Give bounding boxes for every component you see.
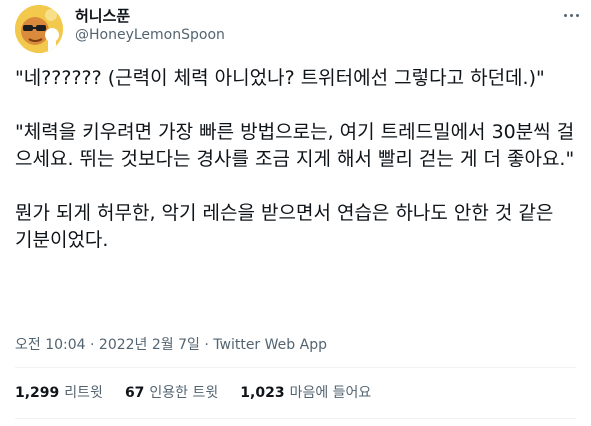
user-handle[interactable]: @HoneyLemonSpoon	[75, 27, 225, 43]
tweet-date[interactable]: 2022년 2월 7일	[99, 337, 200, 353]
tweet-time[interactable]: 오전 10:04	[15, 337, 86, 353]
retweets-label: 리트윗	[64, 385, 103, 401]
retweets-count: 1,299	[15, 385, 60, 401]
tweet-meta: 오전 10:04 · 2022년 2월 7일 · Twitter Web App	[15, 334, 327, 354]
more-horizontal-icon[interactable]	[560, 8, 582, 22]
divider	[15, 418, 576, 419]
quote-tweets-stat[interactable]: 67 인용한 트윗	[125, 382, 218, 402]
tweet-text: "네?????? (근력이 체력 아니었나? 트위터에선 그렇다고 하던데.)"…	[15, 65, 575, 281]
tweet-paragraph: "체력을 키우려면 가장 빠른 방법으로는, 여기 트레드밀에서 30분씩 걸으…	[15, 121, 575, 170]
meta-separator: ·	[90, 337, 95, 353]
likes-count: 1,023	[240, 385, 285, 401]
tweet-stats: 1,299 리트윗 67 인용한 트윗 1,023 마음에 들어요	[15, 382, 371, 402]
avatar-illustration	[15, 5, 63, 53]
likes-label: 마음에 들어요	[289, 385, 372, 401]
display-name[interactable]: 허니스푼	[75, 5, 130, 26]
tweet-paragraph: "네?????? (근력이 체력 아니었나? 트위터에선 그렇다고 하던데.)"	[15, 67, 545, 89]
tweet-source-app[interactable]: Twitter Web App	[213, 337, 327, 353]
retweets-stat[interactable]: 1,299 리트윗	[15, 382, 103, 402]
quotes-count: 67	[124, 385, 145, 401]
likes-stat[interactable]: 1,023 마음에 들어요	[240, 382, 371, 402]
meta-separator: ·	[204, 337, 209, 353]
avatar[interactable]	[15, 5, 63, 53]
quotes-label: 인용한 트윗	[149, 385, 219, 401]
divider	[15, 367, 576, 368]
tweet-paragraph: 뭔가 되게 허무한, 악기 레슨을 받으면서 연습은 하나도 안한 것 같은 기…	[15, 202, 554, 251]
